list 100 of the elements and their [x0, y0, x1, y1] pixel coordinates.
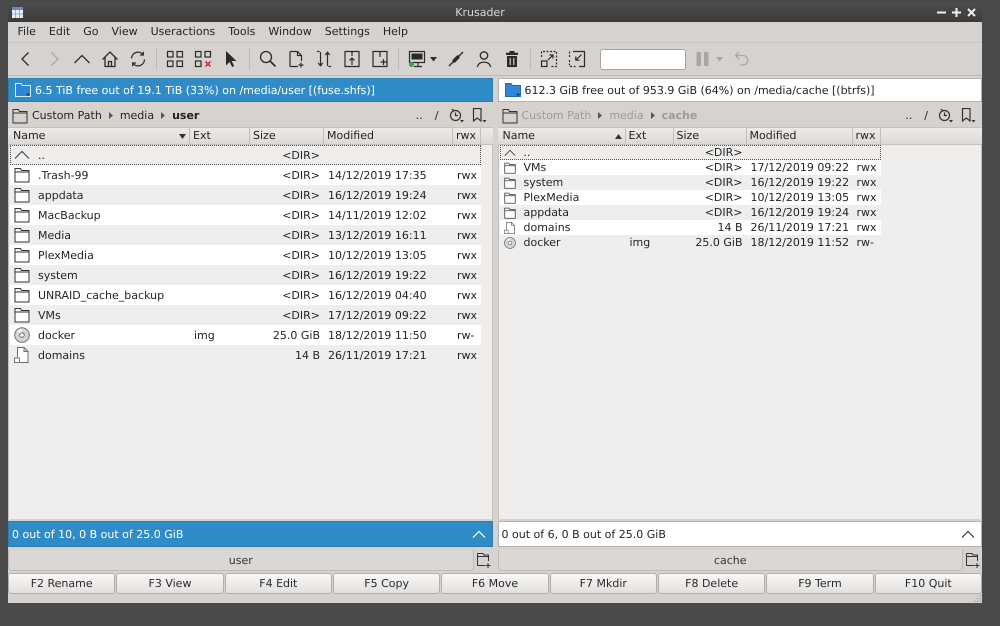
menu-item[interactable]: Useractions [144, 23, 222, 41]
user-icon[interactable] [474, 49, 494, 69]
path-button[interactable]: .. [899, 109, 918, 122]
search-icon[interactable] [258, 49, 278, 69]
file-size: <DIR> [282, 268, 320, 282]
file-row[interactable]: .. <DIR> [10, 145, 481, 165]
squares-x-icon[interactable] [193, 49, 213, 69]
file-row[interactable]: VMs <DIR> 17/12/2019 09:22 rwx [500, 160, 880, 175]
file-size: <DIR> [704, 176, 742, 189]
file-row[interactable]: domains 14 B 26/11/2019 17:21 rwx [10, 345, 481, 365]
function-key-button[interactable]: F6 Move [441, 573, 549, 594]
bookmark-icon[interactable] [472, 108, 486, 123]
folder-icon[interactable] [12, 108, 28, 124]
caret-down-icon[interactable] [430, 56, 437, 62]
column-header[interactable]: Ext [190, 128, 250, 144]
close-icon[interactable] [967, 8, 976, 17]
file-row[interactable]: docker img 25.0 GiB 18/12/2019 11:52 rw- [500, 235, 880, 250]
file-size: <DIR> [282, 168, 320, 182]
file-row[interactable]: UNRAID_cache_backup <DIR> 16/12/2019 04:40 rwx [10, 285, 481, 305]
new-tab-icon[interactable] [966, 553, 980, 568]
menu-item[interactable]: Tools [222, 23, 262, 41]
function-key-button[interactable]: F7 Mkdir [550, 573, 657, 594]
panel-tab[interactable]: user [8, 550, 474, 571]
path-segment[interactable]: media [120, 109, 154, 122]
function-key-button[interactable]: F10 Quit [874, 573, 982, 594]
file-row[interactable]: system <DIR> 16/12/2019 19:22 rwx [500, 175, 880, 190]
file-row[interactable]: .. <DIR> [500, 145, 880, 160]
file-name: system [38, 268, 78, 282]
bookmark-icon[interactable] [961, 108, 976, 123]
clock-icon[interactable] [938, 108, 953, 123]
function-key-button[interactable]: F3 View [116, 573, 224, 594]
file-name: system [524, 176, 564, 189]
refresh-icon[interactable] [128, 49, 148, 69]
menu-item[interactable]: File [11, 23, 42, 41]
folder-icon[interactable] [502, 108, 518, 124]
file-permissions: rwx [457, 228, 478, 242]
path-button[interactable]: / [918, 109, 934, 122]
path-segment[interactable]: user [172, 109, 200, 122]
function-key-button[interactable]: F9 Term [766, 573, 874, 594]
path-button[interactable]: / [428, 109, 444, 122]
file-row[interactable]: .Trash-99 <DIR> 14/12/2019 17:35 rwx [10, 165, 481, 185]
menu-item[interactable]: View [105, 23, 144, 41]
shrink-icon[interactable] [567, 49, 587, 69]
file-size: <DIR> [282, 308, 320, 322]
file-name: UNRAID_cache_backup [38, 288, 164, 302]
file-modified: 26/11/2019 17:21 [750, 221, 850, 234]
file-row[interactable]: PlexMedia <DIR> 10/12/2019 13:05 rwx [10, 245, 481, 265]
file-name: VMs [38, 308, 61, 322]
file-row[interactable]: Media <DIR> 13/12/2019 16:11 rwx [10, 225, 481, 245]
file-permissions: rw- [457, 328, 474, 342]
column-header[interactable]: Name [10, 128, 190, 144]
function-key-button[interactable]: F2 Rename [8, 573, 116, 594]
file-row[interactable]: MacBackup <DIR> 14/11/2019 12:02 rwx [10, 205, 481, 225]
menu-item[interactable]: Help [376, 23, 414, 41]
plus-icon[interactable] [952, 8, 961, 17]
menu-item[interactable]: Go [76, 23, 105, 41]
box-arrow-up-icon[interactable] [342, 49, 362, 69]
caret-right-icon [108, 112, 113, 119]
column-header[interactable]: Size [674, 128, 746, 144]
file-name: domains [38, 348, 85, 362]
column-header[interactable]: Modified [324, 128, 453, 144]
home-icon[interactable] [100, 49, 120, 69]
panel-tab[interactable]: cache [498, 550, 963, 571]
monitor-icon[interactable] [407, 49, 427, 69]
column-header[interactable]: rwx [453, 128, 481, 144]
column-header[interactable]: Name [500, 128, 626, 144]
function-key-button[interactable]: F5 Copy [332, 573, 440, 594]
menu-item[interactable]: Settings [318, 23, 376, 41]
column-header[interactable]: Ext [626, 128, 674, 144]
file-row[interactable]: appdata <DIR> 16/12/2019 19:24 rwx [500, 205, 880, 220]
folder-icon [504, 206, 516, 218]
squares-icon[interactable] [165, 49, 185, 69]
file-size: <DIR> [282, 248, 320, 262]
file-modified: 16/12/2019 19:24 [328, 188, 427, 202]
file-row[interactable]: VMs <DIR> 17/12/2019 09:22 rwx [10, 305, 481, 325]
swap-arrows-icon[interactable] [314, 49, 334, 69]
function-key-button[interactable]: F8 Delete [658, 573, 766, 594]
box-plus-icon[interactable] [370, 49, 390, 69]
file-size: <DIR> [282, 288, 320, 302]
file-row[interactable]: system <DIR> 16/12/2019 19:22 rwx [10, 265, 481, 285]
pen-icon[interactable] [446, 49, 466, 69]
new-tab-icon[interactable] [476, 553, 490, 568]
column-header[interactable]: Size [250, 128, 324, 144]
disc-icon [504, 236, 516, 248]
clock-icon[interactable] [448, 108, 464, 123]
input-field[interactable] [600, 48, 686, 70]
file-row[interactable]: appdata <DIR> 16/12/2019 19:24 rwx [10, 185, 481, 205]
path-button[interactable]: .. [410, 109, 429, 122]
column-header[interactable]: rwx [852, 128, 880, 144]
menu-item[interactable]: Window [262, 23, 318, 41]
function-key-button[interactable]: F4 Edit [224, 573, 332, 594]
column-header[interactable]: Modified [746, 128, 852, 144]
resize-grip-icon[interactable] [974, 595, 981, 602]
file-modified: 16/12/2019 04:40 [328, 288, 427, 302]
file-size: 14 B [717, 221, 742, 234]
chevron-up-icon[interactable] [961, 530, 975, 538]
path-segment[interactable]: Custom Path [32, 109, 102, 122]
file-row[interactable]: docker img 25.0 GiB 18/12/2019 11:50 rw- [10, 325, 481, 345]
expand-icon[interactable] [539, 49, 559, 69]
menu-item[interactable]: Edit [42, 23, 77, 41]
